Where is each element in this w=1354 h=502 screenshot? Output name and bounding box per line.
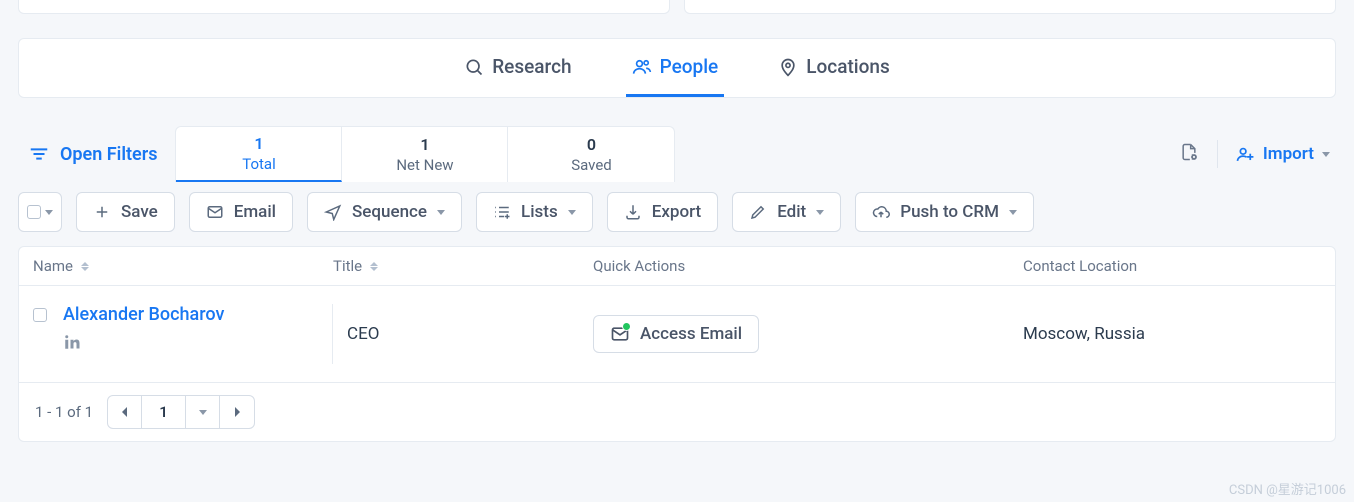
plus-icon (93, 203, 111, 221)
pager-summary: 1 - 1 of 1 (35, 403, 93, 421)
pagination: 1 - 1 of 1 1 (19, 383, 1335, 441)
th-quick-actions: Quick Actions (583, 257, 1023, 275)
th-title[interactable]: Title (333, 257, 583, 275)
chevron-right-icon (232, 406, 242, 418)
filter-icon (28, 143, 50, 165)
action-row: Save Email Sequence Lists Export Edit Pu… (18, 192, 1336, 232)
chevron-left-icon (120, 406, 130, 418)
edit-button[interactable]: Edit (732, 192, 841, 232)
watermark: CSDN @星游记1006 (1229, 479, 1346, 498)
save-button[interactable]: Save (76, 192, 175, 232)
stat-tab-netnew[interactable]: 1 Net New (342, 127, 508, 182)
download-icon (624, 203, 642, 221)
th-title-label: Title (333, 257, 362, 275)
stat-tab-saved[interactable]: 0 Saved (508, 127, 674, 182)
open-filters-button[interactable]: Open Filters (18, 126, 175, 182)
export-button[interactable]: Export (607, 192, 718, 232)
results-table: Name Title Quick Actions Contact Locatio… (18, 246, 1336, 442)
pencil-icon (749, 203, 767, 221)
pager-next-button[interactable] (220, 396, 254, 428)
stat-total-count: 1 (254, 134, 263, 153)
tab-people-label: People (660, 55, 719, 78)
th-qa-label: Quick Actions (593, 257, 685, 275)
top-panel-right (684, 0, 1336, 14)
location-icon (778, 57, 798, 77)
lists-label: Lists (521, 202, 558, 222)
chevron-down-icon (1009, 210, 1017, 215)
access-email-button[interactable]: Access Email (593, 315, 759, 353)
stat-netnew-label: Net New (396, 156, 453, 174)
open-filters-label: Open Filters (60, 144, 157, 165)
email-button[interactable]: Email (189, 192, 293, 232)
edit-label: Edit (777, 202, 806, 222)
cloud-upload-icon (872, 203, 890, 221)
tab-research-label: Research (492, 55, 571, 78)
pager-page-number[interactable]: 1 (142, 396, 186, 428)
th-name[interactable]: Name (33, 257, 333, 275)
table-row: Alexander Bocharov CEO Access Email Mosc… (19, 286, 1335, 383)
access-email-label: Access Email (640, 324, 742, 344)
divider (1217, 140, 1218, 168)
checkbox-icon (27, 205, 41, 219)
mail-icon (206, 203, 224, 221)
chevron-down-icon (199, 410, 207, 415)
stat-tab-total[interactable]: 1 Total (176, 127, 342, 182)
document-settings-icon[interactable] (1179, 141, 1199, 167)
import-label: Import (1263, 144, 1314, 164)
export-label: Export (652, 202, 701, 222)
row-checkbox[interactable] (33, 308, 47, 322)
table-header: Name Title Quick Actions Contact Locatio… (19, 247, 1335, 286)
sequence-label: Sequence (352, 202, 427, 222)
contact-name-link[interactable]: Alexander Bocharov (63, 304, 224, 325)
th-loc-label: Contact Location (1023, 257, 1137, 275)
tab-locations[interactable]: Locations (772, 39, 896, 97)
pager-page-dropdown[interactable] (186, 396, 220, 428)
status-dot-icon (622, 322, 631, 331)
select-all-checkbox[interactable] (18, 192, 62, 232)
people-icon (632, 57, 652, 77)
th-name-label: Name (33, 257, 73, 275)
filter-bar: Open Filters 1 Total 1 Net New 0 Saved I… (18, 126, 1336, 182)
th-location: Contact Location (1023, 257, 1321, 275)
chevron-down-icon (1322, 152, 1330, 157)
chevron-down-icon (437, 210, 445, 215)
sort-icon (370, 262, 378, 271)
chevron-down-icon (816, 210, 824, 215)
send-icon (324, 203, 342, 221)
save-label: Save (121, 202, 158, 222)
contact-title: CEO (333, 324, 583, 344)
email-label: Email (234, 202, 276, 222)
contact-location: Moscow, Russia (1023, 324, 1321, 344)
main-tabs-card: Research People Locations (18, 38, 1336, 98)
stat-saved-count: 0 (587, 135, 596, 154)
person-plus-icon (1236, 145, 1255, 164)
list-plus-icon (493, 203, 511, 221)
stat-netnew-count: 1 (420, 135, 429, 154)
lists-button[interactable]: Lists (476, 192, 593, 232)
chevron-down-icon (568, 210, 576, 215)
push-crm-label: Push to CRM (900, 202, 999, 222)
tab-research[interactable]: Research (458, 39, 577, 97)
import-button[interactable]: Import (1236, 144, 1330, 164)
top-panel-left (18, 0, 670, 14)
tab-locations-label: Locations (806, 55, 890, 78)
pager-prev-button[interactable] (108, 396, 142, 428)
stat-total-label: Total (242, 155, 276, 173)
push-crm-button[interactable]: Push to CRM (855, 192, 1034, 232)
chevron-down-icon (45, 210, 53, 215)
stat-tabs: 1 Total 1 Net New 0 Saved (175, 126, 675, 182)
linkedin-icon[interactable] (63, 333, 224, 355)
sequence-button[interactable]: Sequence (307, 192, 462, 232)
search-icon (464, 57, 484, 77)
stat-saved-label: Saved (571, 156, 612, 174)
tab-people[interactable]: People (626, 39, 725, 97)
sort-icon (81, 262, 89, 271)
